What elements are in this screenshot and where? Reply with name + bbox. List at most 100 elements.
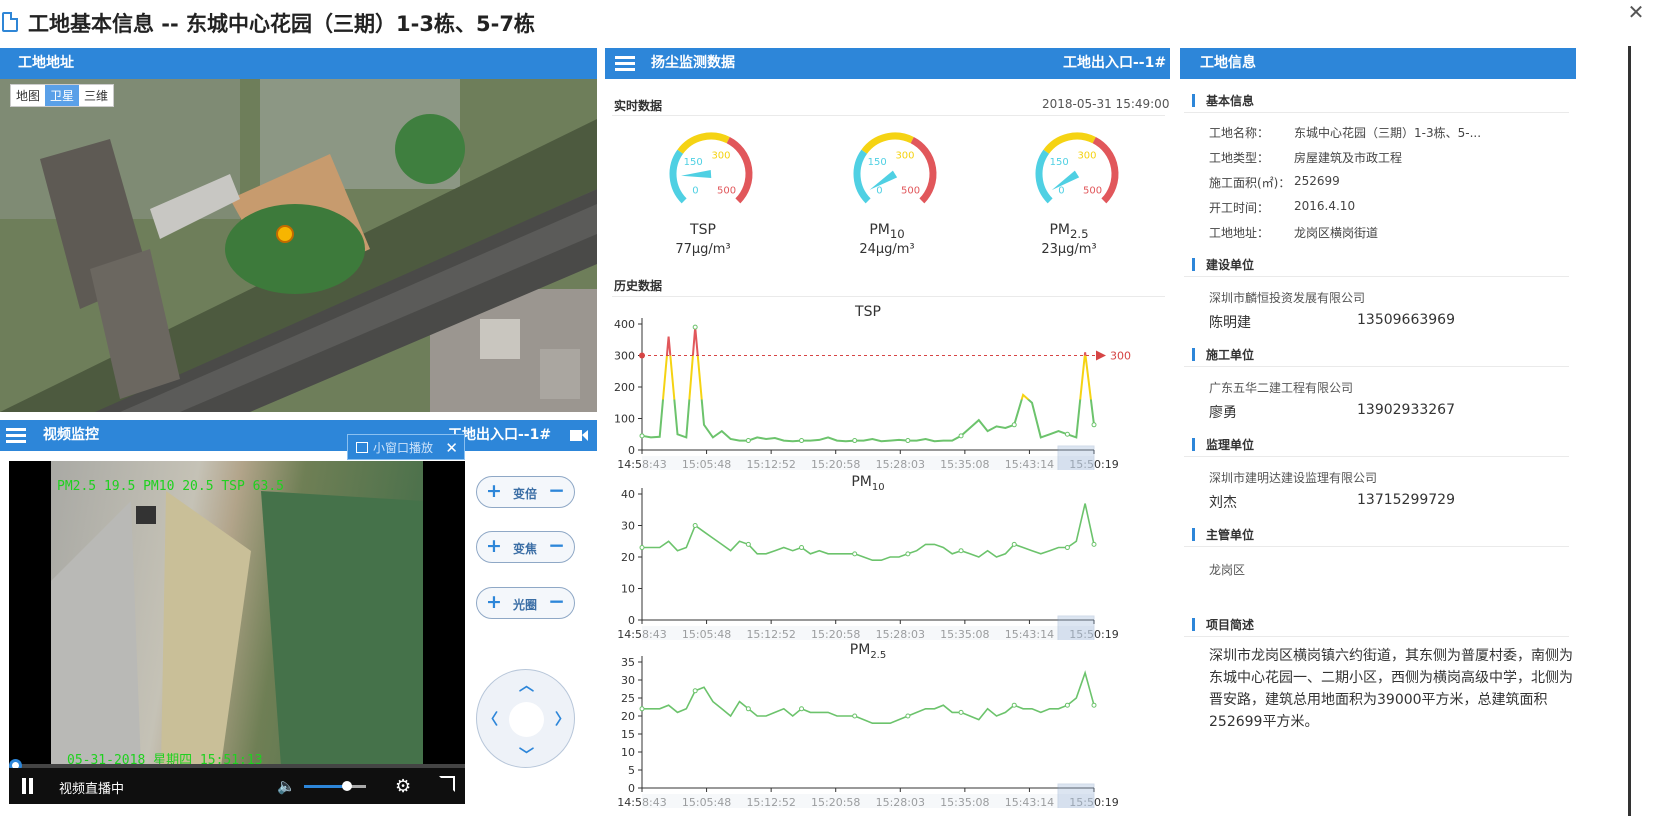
iris-plus-button[interactable]: + [486, 591, 502, 613]
site-location-marker-icon[interactable] [276, 225, 294, 243]
video-camera-icon[interactable] [570, 429, 588, 442]
data-point [905, 438, 911, 444]
start-date-value: 2016.4.10 [1294, 199, 1356, 213]
gauge-tick [918, 153, 923, 157]
authority-heading: 主管单位 [1206, 528, 1255, 542]
threshold-label: 300 [1110, 350, 1131, 363]
data-point [745, 706, 751, 712]
authority-org: 龙岗区 [1209, 563, 1246, 577]
gauge-tick-label: 150 [1050, 157, 1069, 168]
menu-icon[interactable] [615, 56, 635, 71]
gauge-tick [924, 168, 929, 170]
ptz-down-icon[interactable]: ﹀ [519, 748, 534, 763]
dust-location[interactable]: 工地出入口--1# [1063, 48, 1166, 79]
gauge-tick-label: 150 [868, 157, 887, 168]
video-osd-readings: PM2.5 19.5 PM10 20.5 TSP 63.5 [57, 479, 284, 494]
data-point [852, 713, 858, 719]
address-panel-title: 工地地址 [18, 55, 74, 71]
volume-icon[interactable]: 🔈 [277, 777, 296, 795]
menu-icon[interactable] [6, 428, 26, 443]
gauge-tick [1083, 140, 1086, 145]
basic-info-heading: 基本信息 [1206, 94, 1255, 108]
zoom-out-button[interactable]: − [548, 478, 565, 502]
data-point [692, 324, 698, 330]
gauge-tick [1061, 143, 1064, 148]
gauge-tick [923, 182, 928, 185]
map-type-satellite[interactable]: 卫星 [45, 85, 80, 106]
ptz-up-icon[interactable]: ︿ [519, 678, 534, 693]
chart-title: PM10 [851, 474, 884, 493]
video-controls: 视频直播中 🔈 ⚙ [9, 768, 465, 804]
pip-close-icon[interactable]: ✕ [445, 435, 458, 461]
threshold-arrow [1096, 350, 1106, 361]
gauge-tick [740, 168, 745, 170]
video-player[interactable]: PM2.5 19.5 PM10 20.5 TSP 63.5 05-31-2018… [9, 461, 465, 766]
fullscreen-icon[interactable] [439, 776, 455, 792]
iris-minus-button[interactable]: − [548, 589, 565, 613]
gauge-tick [695, 143, 698, 148]
focus-control: + 变焦 − [476, 531, 575, 563]
map-type-map[interactable]: 地图 [11, 85, 45, 106]
pip-bar[interactable]: 小窗口播放 ✕ [347, 434, 465, 460]
pm25-history-chart[interactable]: PM2.50510152025303514:58:4315:05:4815:12… [612, 638, 1140, 808]
gauge-tick [922, 160, 927, 163]
builder-org: 深圳市麟恒投资发展有限公司 [1209, 291, 1366, 305]
ptz-direction-pad: ︿ ﹀ 〈 〉 [476, 669, 575, 768]
gauge-tick-label: 0 [692, 186, 698, 197]
gauge-tick [1049, 153, 1054, 157]
scrollbar[interactable] [1628, 46, 1631, 816]
gauge-tick [1105, 182, 1110, 185]
pm10-history-chart[interactable]: PM1001020304014:58:4315:05:4815:12:5215:… [612, 470, 1140, 640]
focus-plus-button[interactable]: + [486, 535, 502, 557]
dust-panel-title: 扬尘监测数据 [651, 55, 735, 71]
data-point [799, 545, 805, 551]
zoom-in-button[interactable]: + [486, 480, 502, 502]
pm25-gauge: 0 150 300 500 [1035, 132, 1119, 204]
map-imagery [0, 79, 597, 412]
gauge-tick [677, 168, 682, 170]
data-point [692, 688, 698, 694]
site-area-value: 252699 [1294, 174, 1340, 188]
gauge-tick [1044, 182, 1049, 185]
gauge-tick [1102, 189, 1107, 193]
gauge-tick [681, 189, 686, 193]
pip-label[interactable]: 小窗口播放 [373, 435, 433, 461]
gauge-tick [920, 189, 925, 193]
gauge-tick [688, 147, 692, 152]
data-point [799, 706, 805, 712]
builder-phone: 13509663969 [1357, 312, 1455, 328]
pause-icon[interactable] [21, 778, 35, 794]
gauge-tick [908, 143, 911, 148]
gauge-tick-label: 300 [711, 150, 730, 161]
tsp-gauge-value: 77μg/m³ [675, 242, 731, 257]
gauge-tick [1096, 147, 1100, 152]
gauge-tick [1090, 143, 1093, 148]
data-point [958, 433, 964, 439]
satellite-map[interactable]: 地图 卫星 三维 [0, 79, 597, 412]
map-type-3d[interactable]: 三维 [79, 85, 113, 106]
gauge-tick [901, 140, 904, 145]
volume-handle[interactable] [342, 781, 353, 791]
data-point [799, 438, 805, 444]
tsp-history-chart[interactable]: TSP010020030040014:58:4315:05:4815:12:52… [612, 300, 1140, 470]
chart-title: PM2.5 [850, 642, 886, 661]
series-line [641, 327, 1095, 443]
ptz-left-icon[interactable]: 〈 [483, 712, 498, 727]
zoom-control: + 变倍 − [476, 476, 575, 508]
supervisor-contact: 刘杰 [1209, 495, 1237, 511]
ptz-right-icon[interactable]: 〉 [555, 712, 570, 727]
realtime-label: 实时数据 [614, 99, 663, 113]
contractor-org: 广东五华二建工程有限公司 [1209, 381, 1354, 395]
data-point [905, 551, 911, 557]
gauge-tick-label: 300 [1077, 150, 1096, 161]
volume-slider[interactable] [304, 781, 366, 791]
info-panel-title: 工地信息 [1200, 55, 1256, 71]
y-tick-label: 200 [614, 381, 635, 394]
focus-minus-button[interactable]: − [548, 533, 565, 557]
settings-gear-icon[interactable]: ⚙ [395, 776, 411, 797]
gauge-tick [702, 140, 705, 145]
close-icon[interactable]: ✕ [1624, 0, 1648, 24]
y-tick-label: 40 [621, 488, 635, 501]
data-point [905, 713, 911, 719]
gauge-tick [862, 182, 867, 185]
